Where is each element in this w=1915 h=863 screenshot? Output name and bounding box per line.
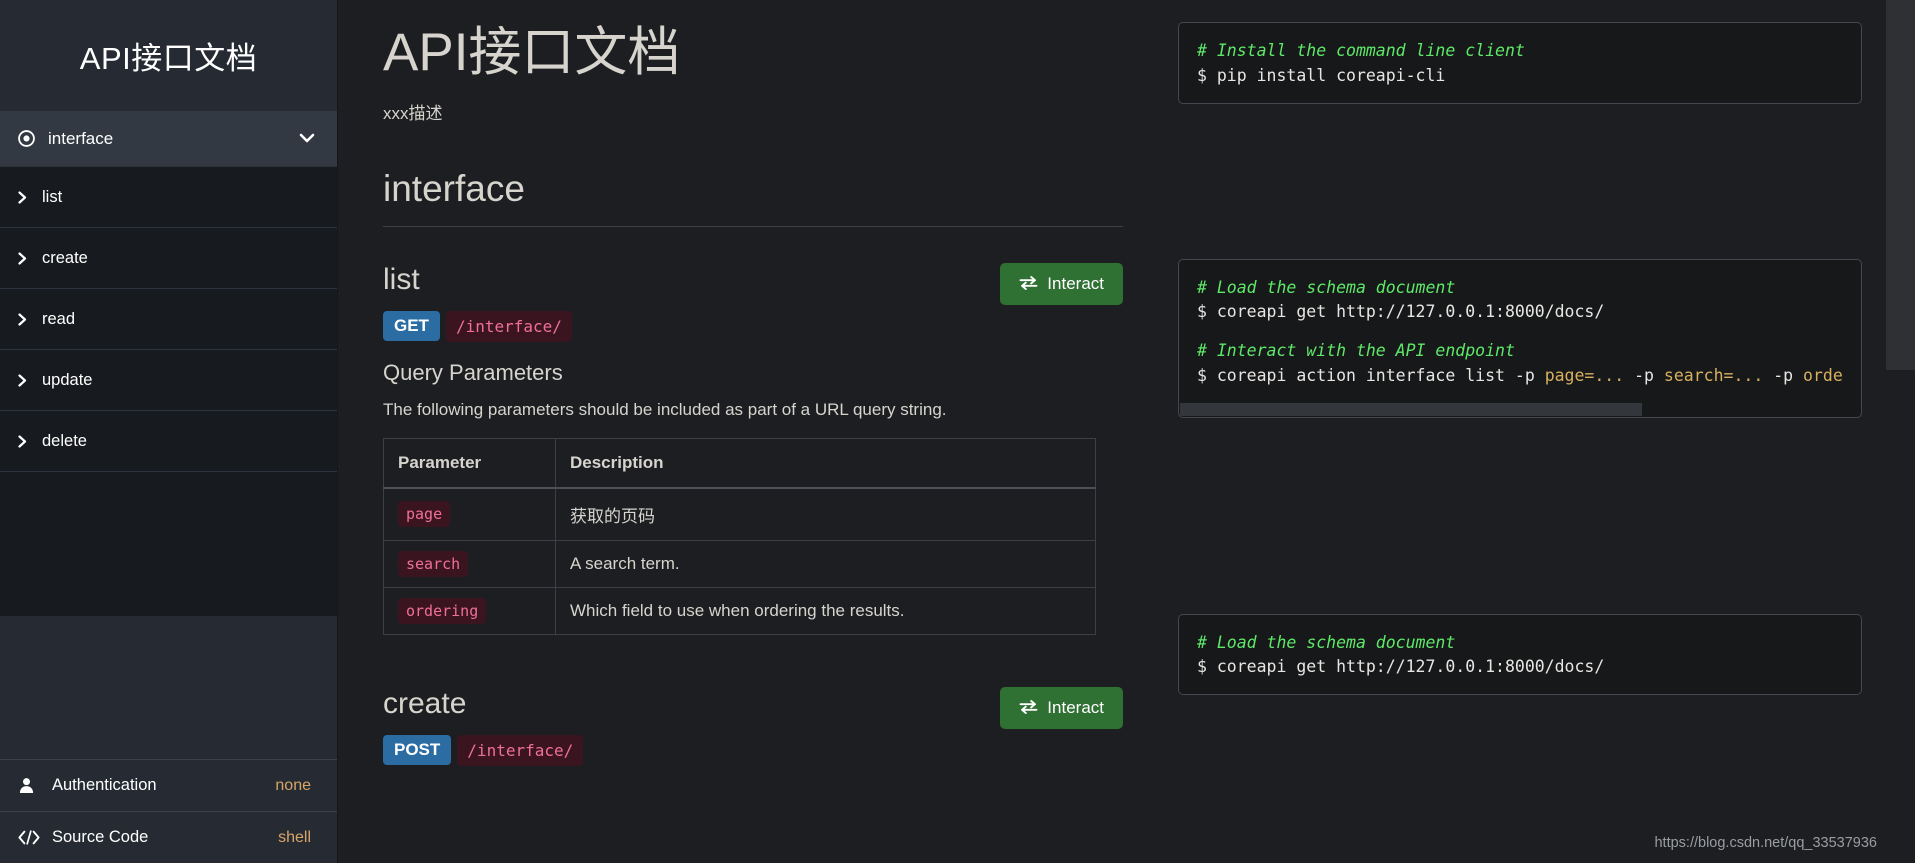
chevron-right-icon — [18, 312, 42, 326]
parameter-code: page — [398, 501, 451, 528]
interact-button-label: Interact — [1047, 697, 1104, 717]
main-content: API接口文档 xxx描述 interface Interact list GE… — [338, 0, 1915, 863]
code-param: page=... — [1544, 365, 1625, 385]
query-parameters-note: The following parameters should be inclu… — [383, 399, 947, 419]
cell-description: A search term. — [555, 540, 1096, 588]
code-sep: -p — [1624, 365, 1664, 385]
cell-parameter: page — [383, 487, 556, 541]
sidebar-item-list[interactable]: list — [0, 167, 337, 228]
sidebar-item-update[interactable]: update — [0, 350, 337, 411]
endpoint-meta-list: GET /interface/ — [383, 310, 1123, 342]
code-command: $ pip install coreapi-cli — [1197, 65, 1446, 85]
cell-parameter: search — [383, 540, 556, 588]
sidebar-item-label: read — [42, 309, 76, 328]
column-header-parameter: Parameter — [383, 438, 556, 489]
watermark: https://blog.csdn.net/qq_33537936 — [1654, 835, 1877, 851]
parameter-code: search — [398, 550, 469, 577]
column-header-description: Description — [555, 438, 1096, 489]
code-column: # Install the command line client $ pip … — [1123, 0, 1915, 784]
section-heading-interface: interface — [383, 168, 1123, 227]
sidebar-source-code-row[interactable]: Source Code shell — [0, 811, 337, 863]
method-badge: POST — [383, 735, 452, 766]
sidebar-item-label: list — [42, 187, 63, 206]
swap-arrows-icon — [1019, 699, 1038, 717]
sidebar-authentication-label: Authentication — [52, 776, 157, 794]
code-comment: # Interact with the API endpoint — [1197, 341, 1515, 360]
code-panel-create: # Load the schema document $ coreapi get… — [1178, 613, 1862, 695]
page-description: xxx描述 — [383, 103, 443, 123]
endpoint-meta-create: POST /interface/ — [383, 734, 1123, 766]
interact-button-list[interactable]: Interact — [1000, 262, 1123, 305]
chevron-right-icon — [18, 434, 42, 448]
link-block-create: Interact create POST /interface/ — [383, 635, 1123, 766]
table-row: ordering Which field to use when orderin… — [383, 587, 1096, 635]
page-title: API接口文档 — [383, 23, 681, 82]
sidebar-nav: interface list create read update delete — [0, 111, 337, 616]
parameters-table: Parameter Description page 获取的页码 search … — [383, 437, 1096, 635]
user-icon — [18, 777, 52, 794]
code-command: $ coreapi get http://127.0.0.1:8000/docs… — [1197, 302, 1605, 322]
code-sep: -p — [1763, 365, 1804, 385]
sidebar-item-read[interactable]: read — [0, 289, 337, 350]
table-header-row: Parameter Description — [383, 438, 1096, 489]
table-row: page 获取的页码 — [383, 487, 1096, 541]
sidebar-item-create[interactable]: create — [0, 228, 337, 289]
chevron-right-icon — [18, 373, 42, 387]
code-comment: # Install the command line client — [1197, 41, 1525, 60]
query-parameters-heading: Query Parameters — [383, 359, 563, 385]
sidebar-brand: API接口文档 — [0, 0, 337, 111]
sidebar-spacer — [0, 615, 337, 759]
cell-parameter: ordering — [383, 587, 556, 635]
code-comment: # Load the schema document — [1197, 277, 1456, 297]
sidebar-authentication-row[interactable]: Authentication none — [0, 759, 337, 811]
link-block-list: Interact list GET /interface/ Query Para… — [383, 227, 1123, 635]
sidebar-authentication-value: none — [275, 776, 311, 794]
cell-description: 获取的页码 — [555, 487, 1096, 541]
chevron-down-icon[interactable] — [299, 129, 315, 149]
endpoint-url: /interface/ — [445, 310, 572, 342]
interact-button-create[interactable]: Interact — [1000, 686, 1123, 729]
code-command: $ coreapi action interface list -p — [1197, 365, 1545, 385]
page-vertical-scrollbar[interactable] — [1886, 0, 1915, 863]
sidebar-group-label: interface — [48, 128, 114, 148]
code-param: orde — [1803, 365, 1843, 385]
method-badge: GET — [383, 311, 440, 342]
table-row: search A search term. — [383, 540, 1096, 588]
code-icon — [18, 830, 52, 845]
sidebar: API接口文档 interface list create read updat… — [0, 0, 338, 863]
docs-column: API接口文档 xxx描述 interface Interact list GE… — [338, 0, 1123, 784]
cell-description: Which field to use when ordering the res… — [570, 600, 905, 620]
parameter-code: ordering — [398, 597, 487, 624]
record-circle-icon — [18, 130, 48, 147]
chevron-right-icon — [18, 251, 42, 265]
swap-arrows-icon — [1019, 275, 1038, 293]
sidebar-item-label: create — [42, 248, 88, 267]
sidebar-item-delete[interactable]: delete — [0, 411, 337, 472]
sidebar-item-label: delete — [42, 431, 87, 450]
code-param: search=... — [1663, 365, 1764, 385]
endpoint-url: /interface/ — [457, 734, 584, 766]
chevron-right-icon — [18, 190, 42, 204]
sidebar-item-label: update — [42, 370, 93, 389]
code-horizontal-scrollbar[interactable] — [1180, 402, 1860, 416]
code-panel-install: # Install the command line client $ pip … — [1178, 22, 1862, 104]
sidebar-group-interface[interactable]: interface — [0, 111, 337, 167]
code-command: $ coreapi get http://127.0.0.1:8000/docs… — [1197, 657, 1605, 677]
code-scrollbar-thumb[interactable] — [1180, 402, 1643, 416]
sidebar-source-code-label: Source Code — [52, 828, 149, 846]
sidebar-source-code-value: shell — [278, 828, 311, 846]
interact-button-label: Interact — [1047, 273, 1104, 293]
page-scrollbar-thumb[interactable] — [1886, 0, 1915, 370]
code-comment: # Load the schema document — [1197, 632, 1456, 652]
code-panel-list: # Load the schema document $ coreapi get… — [1178, 258, 1862, 418]
